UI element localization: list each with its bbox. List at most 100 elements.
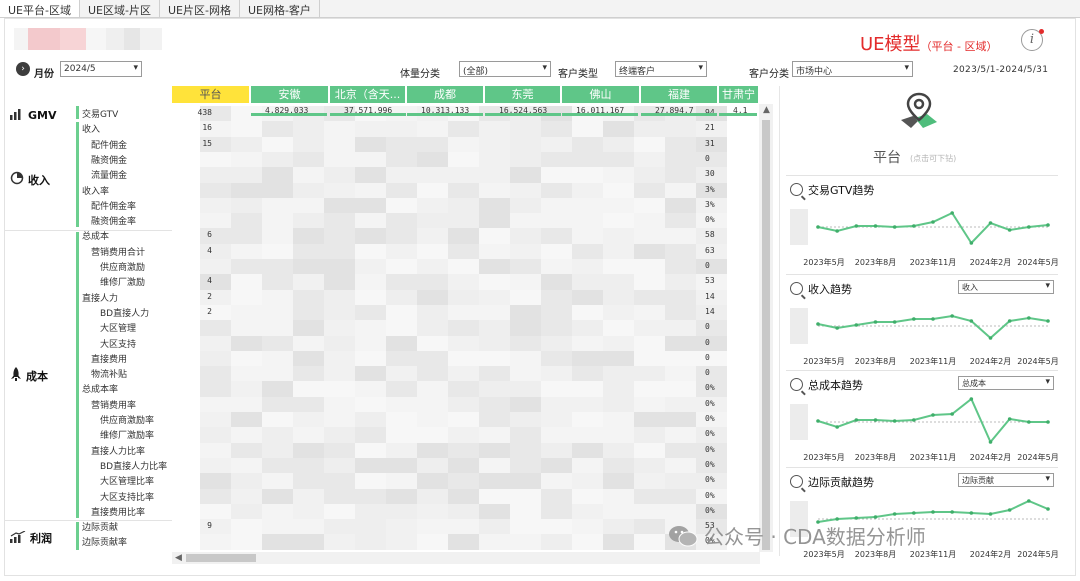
data-point[interactable] <box>816 419 820 423</box>
table-cell <box>293 442 324 459</box>
customer-type-select[interactable]: 终端客户 <box>615 61 707 77</box>
data-point[interactable] <box>854 323 859 327</box>
platform-title[interactable]: 平台 <box>873 147 901 167</box>
data-point[interactable] <box>873 515 878 519</box>
table-cell <box>634 350 665 367</box>
column-header[interactable]: 安徽 <box>251 86 329 103</box>
trend-line-chart[interactable] <box>790 298 1058 350</box>
table-cell <box>262 534 293 551</box>
data-point[interactable] <box>1046 223 1050 227</box>
data-point[interactable] <box>1027 225 1031 229</box>
table-cell <box>355 488 386 505</box>
data-point[interactable] <box>835 229 839 233</box>
data-point[interactable] <box>969 397 974 401</box>
customer-class-select[interactable]: 市场中心 <box>792 61 913 77</box>
data-point[interactable] <box>931 413 935 417</box>
column-header[interactable]: 成都 <box>407 86 484 103</box>
tab-ue-platform-region[interactable]: UE平台-区域 <box>0 0 80 17</box>
data-point[interactable] <box>1007 228 1012 232</box>
data-point[interactable] <box>892 512 897 516</box>
data-point[interactable] <box>1007 417 1012 421</box>
scrollbar-thumb[interactable] <box>186 554 256 562</box>
column-header[interactable]: 北京（含天... <box>330 86 406 103</box>
data-point[interactable] <box>950 211 954 215</box>
table-cell <box>510 304 541 321</box>
data-point[interactable] <box>1046 420 1050 424</box>
scroll-up-icon[interactable]: ▲ <box>763 105 770 115</box>
data-point[interactable] <box>873 418 878 422</box>
map-pin-icon[interactable] <box>897 90 941 132</box>
data-point[interactable] <box>1027 499 1031 503</box>
table-cell <box>386 213 417 229</box>
data-point[interactable] <box>854 418 859 422</box>
data-point[interactable] <box>816 322 820 326</box>
data-point[interactable] <box>912 317 916 321</box>
table-cell <box>262 259 293 275</box>
trend-measure-select[interactable]: 收入 <box>958 280 1054 294</box>
data-point[interactable] <box>988 512 993 516</box>
data-point[interactable] <box>969 511 974 515</box>
data-point[interactable] <box>892 419 897 423</box>
tab-ue-region-district[interactable]: UE区域-片区 <box>80 0 160 17</box>
data-point[interactable] <box>835 326 839 330</box>
trend-measure-select[interactable]: 总成本 <box>958 376 1054 390</box>
table-cell <box>293 503 324 520</box>
column-header[interactable]: 佛山 <box>562 86 640 103</box>
data-point[interactable] <box>988 336 993 340</box>
data-point[interactable] <box>1027 420 1031 424</box>
table-cell <box>510 381 541 398</box>
data-point[interactable] <box>988 221 993 225</box>
data-point[interactable] <box>1027 316 1031 320</box>
tab-ue-grid-customer[interactable]: UE网格-客户 <box>240 0 320 17</box>
data-point[interactable] <box>854 516 859 520</box>
table-cell <box>448 167 479 183</box>
data-point[interactable] <box>931 220 935 224</box>
trend-measure-select[interactable]: 边际贡献 <box>958 473 1054 487</box>
data-point[interactable] <box>912 224 916 228</box>
table-cell <box>665 381 696 398</box>
data-point[interactable] <box>950 314 954 318</box>
scroll-left-icon[interactable]: ◀ <box>175 553 182 563</box>
column-header[interactable]: 平台 <box>172 86 250 103</box>
data-point[interactable] <box>950 412 954 416</box>
column-header[interactable]: 甘肃宁 <box>719 86 759 103</box>
data-point[interactable] <box>816 225 820 229</box>
row-label: 总成本率 <box>82 385 119 396</box>
table-cell <box>479 534 510 551</box>
data-point[interactable] <box>912 511 916 515</box>
data-point[interactable] <box>912 418 916 422</box>
data-point[interactable] <box>1007 319 1012 323</box>
data-point[interactable] <box>835 425 839 429</box>
trend-line-chart[interactable] <box>790 394 1058 446</box>
column-header[interactable]: 东莞 <box>485 86 561 103</box>
table-cell <box>510 197 541 214</box>
data-point[interactable] <box>1007 508 1012 512</box>
data-point[interactable] <box>1046 507 1050 511</box>
table-cell <box>572 534 603 551</box>
data-point[interactable] <box>950 510 954 514</box>
data-point[interactable] <box>1046 319 1050 323</box>
data-point[interactable] <box>969 241 974 245</box>
table-cell <box>200 503 231 520</box>
data-point[interactable] <box>873 224 878 228</box>
data-point[interactable] <box>931 317 935 321</box>
table-cell <box>603 335 634 352</box>
info-icon[interactable]: i <box>1021 29 1044 51</box>
column-header[interactable]: 福建 <box>641 86 718 103</box>
data-point[interactable] <box>988 440 993 444</box>
data-point[interactable] <box>931 510 935 514</box>
data-point[interactable] <box>873 320 878 324</box>
vertical-scrollbar[interactable] <box>759 104 773 552</box>
horizontal-scrollbar[interactable] <box>172 552 760 564</box>
volume-select[interactable]: (全部) <box>459 61 551 77</box>
tab-ue-district-grid[interactable]: UE片区-网格 <box>160 0 240 17</box>
table-cell <box>603 350 634 367</box>
data-point[interactable] <box>892 225 897 229</box>
data-point[interactable] <box>969 319 974 323</box>
month-select[interactable]: 2024/5 <box>60 61 142 77</box>
data-point[interactable] <box>892 320 897 324</box>
trend-line-chart[interactable] <box>790 199 1058 251</box>
data-point[interactable] <box>854 224 859 228</box>
table-cell <box>572 259 603 275</box>
scrollbar-thumb[interactable] <box>762 120 770 550</box>
